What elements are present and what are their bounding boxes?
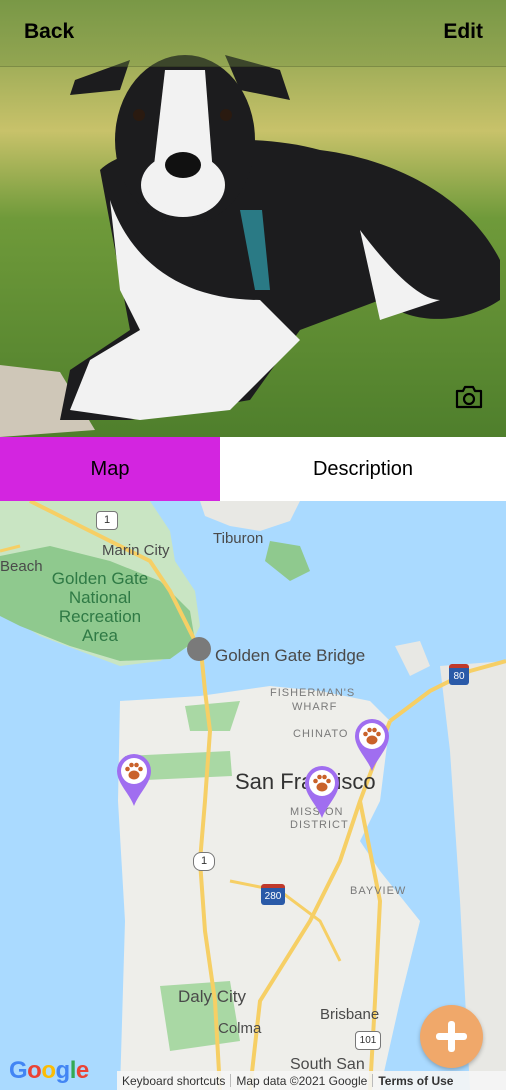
label-tiburon: Tiburon (213, 530, 264, 547)
label-bayview: BAYVIEW (350, 885, 407, 897)
label-brisbane: Brisbane (320, 1006, 380, 1023)
highway-280-shield: 280 (261, 884, 285, 905)
tab-description[interactable]: Description (220, 437, 506, 501)
highway-1-shield: 1 (96, 511, 118, 530)
bridge-icon (187, 637, 211, 661)
label-chinatown: CHINATO (293, 728, 349, 740)
map-data-text: Map data ©2021 Google (236, 1073, 368, 1088)
label-beach: Beach (0, 558, 43, 575)
map-pin-paw[interactable] (303, 765, 341, 819)
terms-of-use-link[interactable]: Terms of Use (373, 1074, 458, 1088)
label-mission-2: DISTRICT (290, 819, 349, 831)
highway-1-shield: 1 (193, 852, 215, 871)
label-fishermans-wharf-2: WHARF (292, 701, 338, 713)
tab-bar: Map Description (0, 437, 506, 501)
label-fishermans-wharf-1: FISHERMAN'S (270, 687, 356, 699)
label-colma: Colma (218, 1020, 262, 1037)
map-pin-paw[interactable] (115, 753, 153, 807)
edit-button[interactable]: Edit (443, 20, 483, 44)
header-bar: Back Edit (0, 0, 506, 67)
highway-101-shield: 101 (355, 1031, 381, 1050)
highway-80-shield: 80 (449, 664, 469, 685)
google-logo[interactable]: Google (9, 1057, 89, 1085)
label-ggnra: Golden Gate National Recreation Area (51, 569, 149, 645)
camera-icon[interactable] (455, 384, 483, 410)
keyboard-shortcuts-link[interactable]: Keyboard shortcuts (117, 1074, 230, 1088)
label-golden-gate-bridge: Golden Gate Bridge (215, 646, 366, 665)
label-daly-city: Daly City (178, 987, 247, 1006)
back-button[interactable]: Back (24, 20, 74, 44)
tab-map[interactable]: Map (0, 437, 220, 501)
add-button[interactable] (420, 1005, 483, 1068)
map-attribution: Keyboard shortcuts Map data ©2021 Google… (117, 1071, 506, 1090)
map-view[interactable]: Marin City Tiburon Beach Golden Gate Nat… (0, 501, 506, 1090)
map-pin-paw[interactable] (353, 718, 391, 772)
label-marin-city: Marin City (102, 542, 170, 559)
